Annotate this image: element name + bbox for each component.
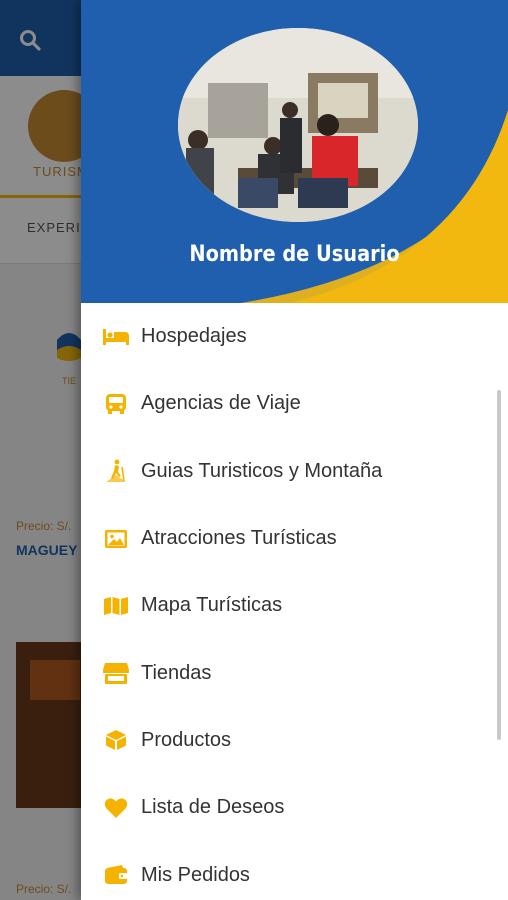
menu-item-label: Mapa Turísticas	[141, 594, 283, 617]
menu-item-mapa-turisticas[interactable]: Mapa Turísticas	[81, 572, 508, 639]
user-name: Nombre de Usuario	[189, 242, 400, 267]
menu-item-label: Agencias de Viaje	[141, 392, 301, 415]
map-icon	[103, 595, 129, 617]
menu-item-agencias-de-viaje[interactable]: Agencias de Viaje	[81, 370, 508, 437]
drawer-header: Nombre de Usuario	[81, 0, 508, 303]
menu-item-mis-pedidos[interactable]: Mis Pedidos	[81, 841, 508, 900]
drawer-scrollbar[interactable]	[497, 390, 501, 740]
menu-item-atracciones-turisticas[interactable]: Atracciones Turísticas	[81, 505, 508, 572]
menu-item-lista-de-deseos[interactable]: Lista de Deseos	[81, 774, 508, 841]
menu-item-guias-turisticos[interactable]: Guias Turisticos y Montaña	[81, 438, 508, 505]
bed-icon	[103, 326, 129, 348]
store-icon	[103, 662, 129, 685]
wallet-icon	[103, 864, 129, 886]
hiker-icon	[103, 459, 129, 483]
heart-icon	[103, 797, 129, 819]
menu-item-hospedajes[interactable]: Hospedajes	[81, 303, 508, 370]
image-icon	[103, 528, 129, 550]
menu-item-label: Guias Turisticos y Montaña	[141, 459, 383, 482]
box-icon	[103, 729, 129, 751]
menu-item-tiendas[interactable]: Tiendas	[81, 639, 508, 706]
menu-item-label: Mis Pedidos	[141, 863, 250, 886]
avatar-photo	[178, 28, 418, 222]
bus-icon	[103, 393, 129, 415]
drawer-menu: Hospedajes Agencias de Viaje Guias Turis…	[81, 303, 508, 900]
menu-item-label: Atracciones Turísticas	[141, 527, 337, 550]
menu-item-label: Hospedajes	[141, 325, 247, 348]
menu-item-label: Lista de Deseos	[141, 796, 285, 819]
menu-item-label: Productos	[141, 728, 232, 751]
menu-item-productos[interactable]: Productos	[81, 707, 508, 774]
user-avatar[interactable]	[178, 28, 418, 222]
navigation-drawer: Nombre de Usuario Hospedajes Agencias de…	[81, 0, 508, 900]
menu-item-label: Tiendas	[141, 661, 212, 684]
